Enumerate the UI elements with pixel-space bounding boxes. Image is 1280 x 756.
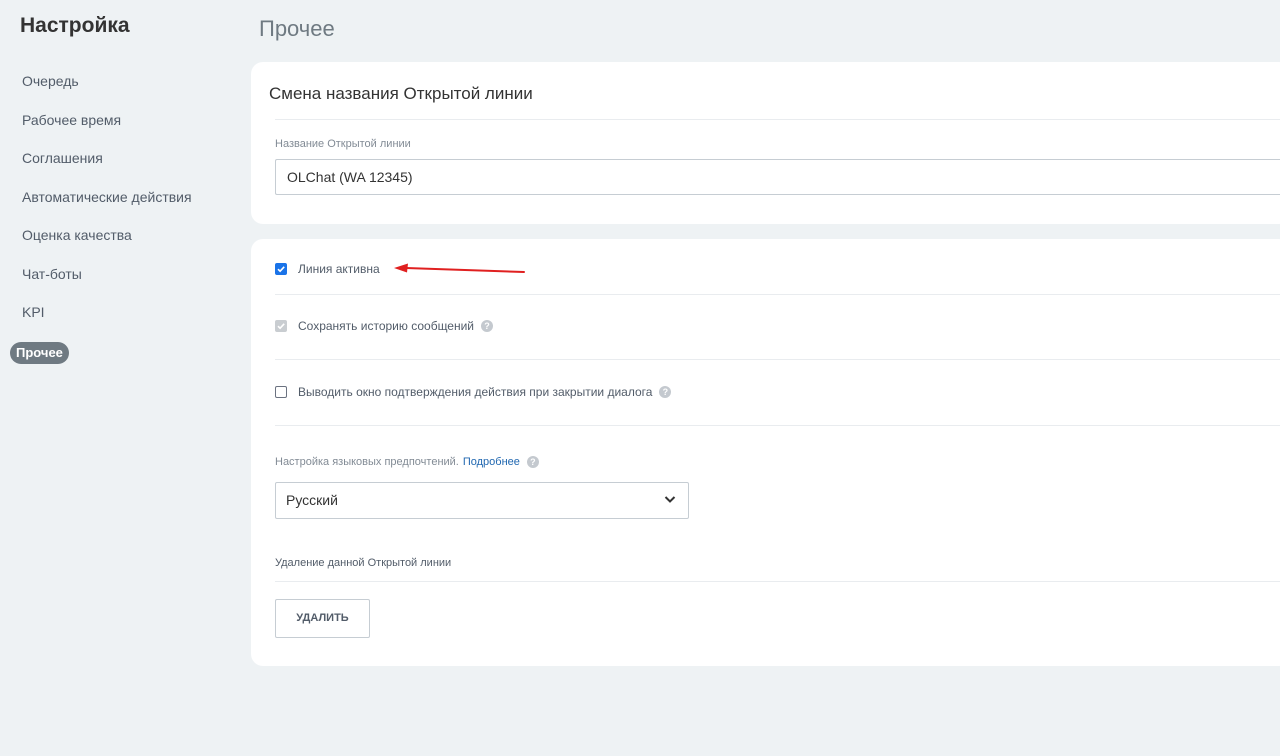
divider <box>275 119 1280 120</box>
sidebar-item-agreements[interactable]: Соглашения <box>0 149 192 188</box>
annotation-arrow-icon <box>394 263 525 273</box>
line-name-label: Название Открытой линии <box>275 138 411 150</box>
sidebar-item-other-label: Прочее <box>10 341 69 364</box>
sidebar-item-queue[interactable]: Очередь <box>0 72 192 111</box>
sidebar-item-automatic-actions[interactable]: Автоматические действия <box>0 188 192 227</box>
delete-button[interactable]: УДАЛИТЬ <box>275 599 370 638</box>
help-icon[interactable]: ? <box>526 456 539 468</box>
sidebar-item-working-hours[interactable]: Рабочее время <box>0 111 192 150</box>
language-select[interactable]: Русский <box>275 482 689 519</box>
sidebar-item-kpi[interactable]: KPI <box>0 303 192 342</box>
line-name-input[interactable]: OLChat (WA 12345) <box>275 159 1280 195</box>
divider <box>275 425 1280 426</box>
sidebar: Настройка Очередь Рабочее время Соглашен… <box>0 0 240 756</box>
line-active-checkbox[interactable] <box>275 263 287 275</box>
language-preferences-label: Настройка языковых предпочтений. Подробн… <box>275 456 539 468</box>
rename-card: Смена названия Открытой линии Название О… <box>251 62 1280 224</box>
save-history-row: Сохранять историю сообщений ? <box>275 319 494 333</box>
save-history-checkbox <box>275 320 287 332</box>
help-icon[interactable]: ? <box>659 386 672 398</box>
more-info-link[interactable]: Подробнее <box>463 456 520 468</box>
language-label-text: Настройка языковых предпочтений. <box>275 456 459 468</box>
save-history-label: Сохранять историю сообщений <box>298 319 475 333</box>
checkmark-icon <box>277 266 285 273</box>
sidebar-item-quality-rating[interactable]: Оценка качества <box>0 226 192 265</box>
rename-card-header: Смена названия Открытой линии <box>269 84 533 103</box>
confirm-close-checkbox[interactable] <box>275 386 287 398</box>
app: Настройка Очередь Рабочее время Соглашен… <box>0 0 1280 756</box>
divider <box>275 359 1280 360</box>
delete-line-label: Удаление данной Открытой линии <box>275 557 452 569</box>
sidebar-title: Настройка <box>20 14 130 37</box>
confirm-close-label: Выводить окно подтверждения действия при… <box>298 385 653 399</box>
chevron-down-icon <box>664 496 676 503</box>
confirm-close-row: Выводить окно подтверждения действия при… <box>275 385 672 399</box>
line-active-label: Линия активна <box>298 262 380 276</box>
page-title: Прочее <box>259 16 335 41</box>
divider <box>275 581 1280 582</box>
line-active-row: Линия активна <box>275 262 380 276</box>
sidebar-item-chatbots[interactable]: Чат-боты <box>0 265 192 304</box>
sidebar-item-other[interactable]: Прочее <box>0 341 192 381</box>
divider <box>275 294 1280 295</box>
language-select-value: Русский <box>286 492 338 508</box>
sidebar-nav: Очередь Рабочее время Соглашения Автомат… <box>0 72 192 380</box>
help-icon[interactable]: ? <box>481 320 494 332</box>
checkmark-icon <box>277 323 285 330</box>
options-card: Линия активна Сохранять историю сообщени… <box>251 239 1280 666</box>
